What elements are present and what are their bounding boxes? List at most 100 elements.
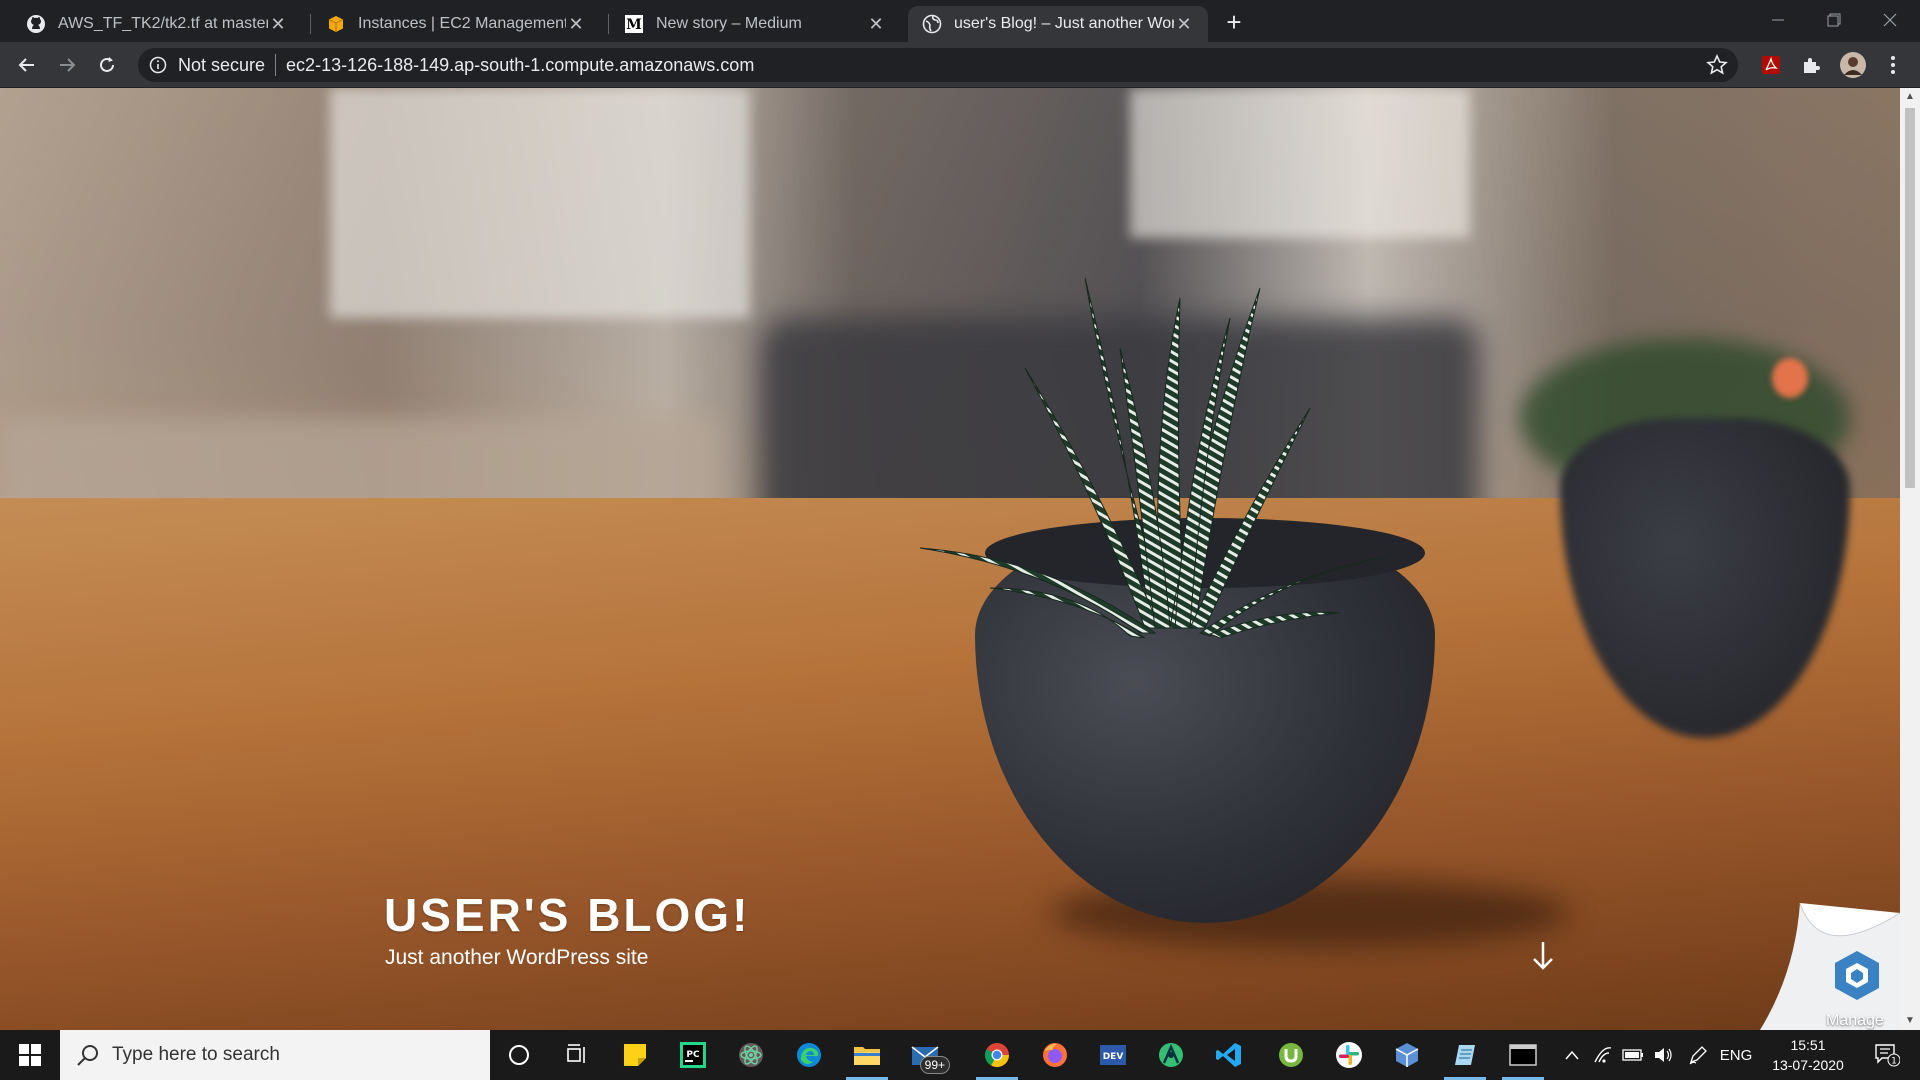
blog-hero: USER'S BLOG! Just another WordPress site… [0, 88, 1900, 1030]
utorrent-icon [1279, 1043, 1303, 1067]
avatar-icon [1840, 52, 1866, 78]
close-icon[interactable]: ✕ [566, 14, 586, 34]
background-window [330, 88, 750, 318]
pen-workspace-button[interactable] [1680, 1030, 1716, 1080]
manage-widget[interactable] [1760, 903, 1900, 1030]
vscode-icon [1216, 1043, 1241, 1067]
firefox-icon [1043, 1043, 1067, 1067]
extensions-button[interactable] [1796, 50, 1826, 80]
scroll-up-icon[interactable]: ▲ [1905, 92, 1915, 102]
taskbar-android-studio[interactable] [1142, 1030, 1200, 1080]
tab-separator [608, 14, 609, 34]
taskbar-utorrent[interactable] [1262, 1030, 1320, 1080]
github-icon [26, 14, 46, 34]
site-title[interactable]: USER'S BLOG! [384, 888, 750, 942]
taskbar-edge[interactable] [780, 1030, 838, 1080]
start-button[interactable] [0, 1030, 60, 1080]
search-placeholder: Type here to search [112, 1044, 280, 1065]
taskbar-sticky-notes[interactable] [606, 1030, 664, 1080]
mail-badge: 99+ [919, 1056, 950, 1074]
taskbar-vscode[interactable] [1200, 1030, 1258, 1080]
battery-status[interactable] [1618, 1030, 1648, 1080]
forward-arrow-icon [60, 58, 76, 72]
arrow-down-icon[interactable] [1528, 938, 1558, 974]
tab-blog[interactable]: user's Blog! – Just another WordP ✕ [908, 6, 1208, 42]
scrollbar-thumb[interactable] [1905, 108, 1915, 488]
address-bar[interactable]: Not secure ec2-13-126-188-149.ap-south-1… [138, 48, 1738, 82]
back-button[interactable] [12, 50, 42, 80]
taskbar-pycharm[interactable]: PC [664, 1030, 722, 1080]
acrobat-icon [1762, 56, 1780, 74]
battery-icon [1622, 1049, 1643, 1061]
divider [275, 54, 277, 76]
taskbar-chrome[interactable] [968, 1030, 1026, 1080]
sticky-notes-icon [624, 1044, 646, 1066]
cortana-button[interactable] [490, 1030, 548, 1080]
profile-avatar[interactable] [1838, 50, 1868, 80]
svg-text:DEV: DEV [1103, 1052, 1124, 1062]
close-window-button[interactable] [1862, 0, 1918, 40]
taskbar-notepad[interactable] [1436, 1030, 1494, 1080]
chrome-icon [985, 1043, 1009, 1068]
browser-menu-button[interactable] [1878, 50, 1908, 80]
speaker-icon [1655, 1048, 1672, 1062]
task-view-icon [567, 1044, 585, 1063]
notepad-icon [1455, 1045, 1475, 1065]
task-view-button[interactable] [548, 1030, 606, 1080]
puzzle-icon [1804, 58, 1820, 73]
scroll-down-icon[interactable]: ▼ [1905, 1016, 1915, 1026]
tab-title: user's Blog! – Just another WordP [954, 15, 1174, 32]
taskbar-file-explorer[interactable] [838, 1030, 896, 1080]
android-studio-icon [1159, 1043, 1183, 1067]
close-icon[interactable]: ✕ [268, 14, 288, 34]
pycharm-icon: PC [680, 1042, 706, 1068]
clock-time: 15:51 [1790, 1037, 1826, 1053]
bookmark-star-icon[interactable] [1706, 54, 1728, 76]
notification-count: 1 [1891, 1057, 1897, 1067]
info-icon[interactable] [148, 55, 168, 75]
more-vert-icon [1891, 56, 1895, 74]
new-tab-button[interactable]: + [1220, 7, 1248, 37]
taskbar-terminal[interactable] [1494, 1030, 1552, 1080]
action-center-button[interactable]: 1 [1862, 1030, 1912, 1080]
tab-github[interactable]: AWS_TF_TK2/tk2.tf at master · vis ✕ [12, 6, 302, 42]
clock-date: 13-07-2020 [1772, 1057, 1844, 1073]
page-scrollbar[interactable]: ▲ ▼ [1900, 88, 1920, 1030]
wifi-status[interactable] [1588, 1030, 1618, 1080]
show-hidden-icons-button[interactable] [1556, 1030, 1588, 1080]
taskbar-virtualbox[interactable] [1378, 1030, 1436, 1080]
minimize-button[interactable] [1750, 0, 1806, 40]
close-icon[interactable]: ✕ [1174, 14, 1194, 34]
tab-ec2[interactable]: Instances | EC2 Management Cor ✕ [312, 6, 600, 42]
slack-icon [1336, 1042, 1362, 1068]
pdf-extension-button[interactable] [1756, 50, 1786, 80]
manage-label[interactable]: Manage [1826, 1012, 1884, 1030]
restore-button[interactable] [1806, 0, 1862, 40]
virtualbox-icon [1395, 1043, 1419, 1067]
windows-logo-icon [19, 1044, 41, 1066]
forward-button[interactable] [52, 50, 82, 80]
background-window [1130, 88, 1470, 238]
taskbar-mail[interactable]: 99+ [896, 1030, 954, 1080]
taskbar-slack[interactable] [1320, 1030, 1378, 1080]
taskbar-atom[interactable] [722, 1030, 780, 1080]
windows-taskbar: Type here to search PC 99+ DEV ENG 15:51… [0, 1030, 1920, 1080]
reload-button[interactable] [92, 50, 122, 80]
taskbar-clock[interactable]: 15:51 13-07-2020 [1756, 1035, 1860, 1075]
tab-medium[interactable]: M New story – Medium ✕ [610, 6, 900, 42]
input-language[interactable]: ENG [1716, 1030, 1756, 1080]
close-icon[interactable]: ✕ [866, 14, 886, 34]
taskbar-firefox[interactable] [1026, 1030, 1084, 1080]
taskbar-dev[interactable]: DEV [1084, 1030, 1142, 1080]
volume-control[interactable] [1648, 1030, 1678, 1080]
cortana-icon [509, 1045, 529, 1065]
site-description: Just another WordPress site [385, 946, 649, 969]
browser-toolbar: Not secure ec2-13-126-188-149.ap-south-1… [0, 42, 1920, 88]
pen-icon [1689, 1046, 1707, 1065]
tab-title: AWS_TF_TK2/tk2.tf at master · vis [58, 15, 268, 32]
taskbar-search-box[interactable]: Type here to search [60, 1030, 490, 1080]
url-text: ec2-13-126-188-149.ap-south-1.compute.am… [286, 54, 755, 75]
tab-separator [310, 14, 311, 34]
dev-icon: DEV [1100, 1045, 1126, 1065]
chevron-up-icon [1565, 1050, 1579, 1060]
